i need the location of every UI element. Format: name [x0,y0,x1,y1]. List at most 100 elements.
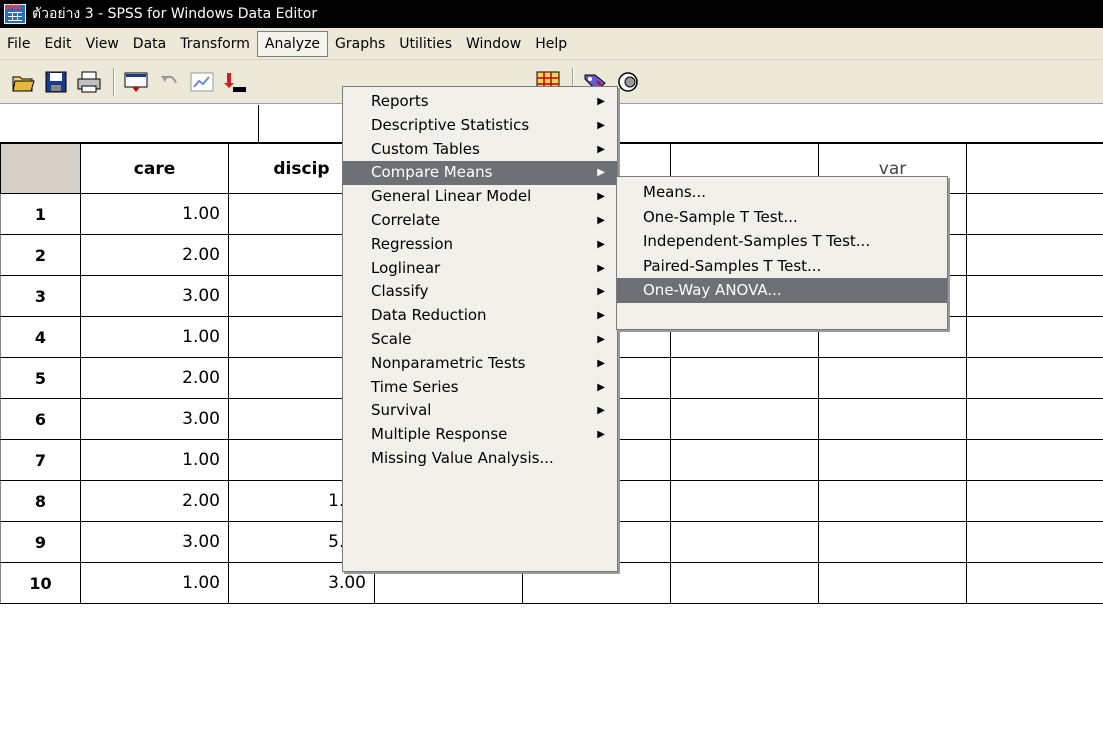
cell-empty[interactable] [818,439,967,481]
cell-empty[interactable] [670,562,819,604]
cell-empty[interactable] [670,480,819,522]
menu-item-missing-value-analysis[interactable]: Missing Value Analysis... [343,447,617,471]
cell-empty[interactable] [670,357,819,399]
cell-empty[interactable] [966,521,1103,563]
menu-view[interactable]: View [79,31,126,57]
submenu-arrow-icon: ▶ [597,96,605,107]
cell-empty[interactable] [966,316,1103,358]
cell-empty[interactable] [670,398,819,440]
cell-empty[interactable] [818,357,967,399]
submenu-arrow-icon: ▶ [597,119,605,131]
save-icon[interactable] [41,67,71,97]
submenu-arrow-icon: ▶ [597,405,605,417]
submenu-arrow-icon: ▶ [597,238,605,250]
menu-analyze[interactable]: Analyze [256,30,329,57]
row-header[interactable]: 3 [0,275,81,317]
menu-item-survival[interactable]: Survival ▶ [343,399,617,423]
menu-window[interactable]: Window [459,31,528,57]
menu-edit[interactable]: Edit [37,31,78,57]
row-header[interactable]: 5 [0,357,81,399]
open-folder-icon[interactable] [8,67,38,97]
submenu-arrow-icon: ▶ [597,333,605,345]
menu-item-means[interactable]: Means... [617,180,947,205]
cell-care[interactable]: 1.00 [80,316,229,358]
menu-item-nonparametric-tests[interactable]: Nonparametric Tests ▶ [343,352,617,376]
cell-care[interactable]: 2.00 [80,480,229,522]
dialog-recall-icon[interactable] [121,67,151,97]
print-icon[interactable] [74,67,104,97]
menu-transform[interactable]: Transform [173,31,257,57]
menu-item-time-series[interactable]: Time Series ▶ [343,376,617,400]
menu-file[interactable]: File [0,31,37,57]
submenu-arrow-icon: ▶ [597,381,605,393]
menu-utilities[interactable]: Utilities [392,31,459,57]
menu-help[interactable]: Help [528,31,574,57]
menu-item-independent-samples-t-test[interactable]: Independent-Samples T Test... [617,229,947,254]
menu-bar: File Edit View Data Transform Analyze Gr… [0,28,1103,60]
submenu-arrow-icon: ▶ [597,286,605,298]
undo-icon[interactable] [154,67,184,97]
cell-empty[interactable] [966,439,1103,481]
goto-chart-icon[interactable] [187,67,217,97]
menu-item-reports[interactable]: Reports ▶ [343,90,617,114]
cell-care[interactable]: 3.00 [80,521,229,563]
menu-item-custom-tables[interactable]: Custom Tables ▶ [343,138,617,162]
cell-empty[interactable] [966,562,1103,604]
row-header[interactable]: 1 [0,193,81,235]
cell-empty[interactable] [966,398,1103,440]
column-header-7[interactable] [966,143,1103,194]
window-title: ตัวอย่าง 3 - SPSS for Windows Data Edito… [32,6,318,22]
menu-item-classify[interactable]: Classify ▶ [343,280,617,304]
cell-empty[interactable] [966,275,1103,317]
cell-empty[interactable] [818,480,967,522]
cell-care[interactable]: 3.00 [80,275,229,317]
cell-empty[interactable] [966,234,1103,276]
row-header[interactable]: 2 [0,234,81,276]
submenu-arrow-icon: ▶ [597,310,605,322]
cell-empty[interactable] [966,193,1103,235]
menu-item-descriptive-statistics[interactable]: Descriptive Statistics ▶ [343,114,617,138]
toolbar-separator [113,67,115,96]
menu-data[interactable]: Data [126,31,173,57]
cell-reference-box[interactable] [0,105,259,142]
cell-care[interactable]: 1.00 [80,193,229,235]
menu-item-compare-means[interactable]: Compare Means ▶ [343,161,617,186]
menu-item-paired-samples-t-test[interactable]: Paired-Samples T Test... [617,254,947,279]
submenu-arrow-icon: ▶ [597,191,605,203]
cell-empty[interactable] [966,357,1103,399]
menu-item-scale[interactable]: Scale ▶ [343,328,617,352]
menu-item-general-linear-model[interactable]: General Linear Model ▶ [343,185,617,209]
cell-care[interactable]: 2.00 [80,357,229,399]
cell-empty[interactable] [818,562,967,604]
menu-item-data-reduction[interactable]: Data Reduction ▶ [343,304,617,328]
menu-item-multiple-response[interactable]: Multiple Response ▶ [343,423,617,447]
row-header[interactable]: 10 [0,562,81,604]
submenu-arrow-icon: ▶ [597,214,605,226]
menu-item-one-sample-t-test[interactable]: One-Sample T Test... [617,205,947,230]
column-header-care[interactable]: care [80,143,229,194]
cell-empty[interactable] [670,439,819,481]
menu-item-loglinear[interactable]: Loglinear ▶ [343,257,617,281]
row-header[interactable]: 6 [0,398,81,440]
compare-means-submenu: Means... One-Sample T Test... Independen… [616,176,948,330]
cell-care[interactable]: 1.00 [80,439,229,481]
menu-item-correlate[interactable]: Correlate ▶ [343,209,617,233]
menu-graphs[interactable]: Graphs [328,31,392,57]
menu-item-one-way-anova[interactable]: One-Way ANOVA... [617,278,947,303]
cell-empty[interactable] [670,521,819,563]
cell-empty[interactable] [818,398,967,440]
grid-corner[interactable] [0,143,81,194]
submenu-arrow-icon: ▶ [597,357,605,369]
cell-empty[interactable] [818,521,967,563]
row-header[interactable]: 7 [0,439,81,481]
cell-care[interactable]: 2.00 [80,234,229,276]
cell-empty[interactable] [966,480,1103,522]
submenu-arrow-icon: ▶ [597,143,605,155]
cell-care[interactable]: 3.00 [80,398,229,440]
cell-care[interactable]: 1.00 [80,562,229,604]
goto-case-icon[interactable] [220,67,250,97]
menu-item-regression[interactable]: Regression ▶ [343,233,617,257]
row-header[interactable]: 9 [0,521,81,563]
row-header[interactable]: 8 [0,480,81,522]
row-header[interactable]: 4 [0,316,81,358]
